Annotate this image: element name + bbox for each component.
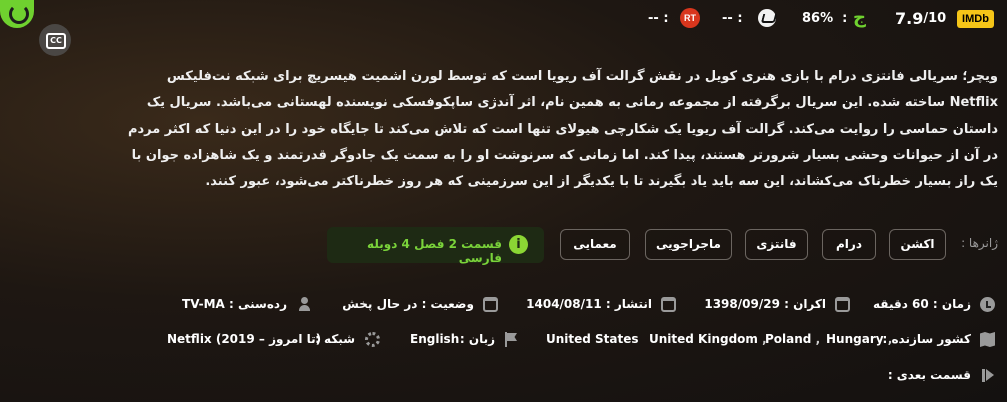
map-icon (980, 332, 995, 347)
country-name: United Kingdom (649, 332, 758, 346)
country-name: United States (546, 332, 639, 346)
genres-label: ژانرها : (961, 236, 998, 250)
imdb-icon: IMDb (957, 10, 994, 28)
duration-text: زمان : 60 دقیقه (873, 297, 971, 311)
calendar-icon (835, 297, 850, 312)
zoomg-rating: 86% : (802, 10, 848, 26)
network-value[interactable]: Netflix (2019 – تا امروز) (167, 332, 321, 346)
play-trailer-button[interactable] (0, 0, 34, 28)
genre-chip-adventure[interactable]: ماجراجویی (645, 229, 732, 260)
info-icon: i (509, 235, 528, 254)
imdb-rating: 7.9/10 (895, 8, 946, 28)
rottentomatoes-rating: -- : (648, 10, 669, 26)
plot-description: ویچر؛ سریالی فانتزی درام با بازی هنری کو… (127, 69, 998, 190)
country-item[interactable]: United States (546, 332, 639, 346)
country-name: Poland (765, 332, 812, 346)
next-episode-icon (979, 368, 994, 383)
language-value: English (410, 332, 460, 346)
release-date-text: اکران : 1398/09/29 (704, 297, 826, 311)
country-label: کشور سازنده : (882, 332, 971, 346)
zoomg-logo-icon: ج (853, 7, 866, 28)
status-text: وضعیت : در حال پخش (342, 297, 474, 311)
metacritic-icon (758, 9, 776, 27)
dub-status-text: قسمت 2 فصل 4 دوبله فارسی (367, 237, 502, 265)
metacritic-rating: -- : (722, 10, 743, 26)
calendar-icon (661, 297, 676, 312)
imdb-score: 7.9 (895, 8, 924, 28)
genre-chip-action[interactable]: اکشن (889, 229, 946, 260)
publish-date-text: انتشار : 1404/08/11 (526, 297, 652, 311)
country-name: Hungary (826, 332, 884, 346)
dub-status-banner: قسمت 2 فصل 4 دوبله فارسی i (327, 227, 544, 265)
network-icon (365, 332, 380, 347)
rottentomatoes-icon: RT (680, 8, 700, 28)
imdb-max: /10 (923, 10, 947, 26)
language-label: زبان : (459, 332, 495, 346)
flag-icon (504, 332, 519, 347)
age-rating-text: رده‌سنی : TV-MA (182, 297, 287, 311)
country-item[interactable]: Hungary , (826, 332, 892, 346)
play-icon (9, 4, 29, 24)
zoomg-value: 86% (802, 10, 834, 26)
country-item[interactable]: United Kingdom , (649, 332, 767, 346)
genre-chip-mystery[interactable]: معمایی (560, 229, 630, 260)
genre-chip-fantasy[interactable]: فانتزی (745, 229, 808, 260)
next-episode-label: قسمت بعدی : (887, 368, 971, 382)
country-item[interactable]: Poland , (765, 332, 820, 346)
genre-chip-drama[interactable]: درام (822, 229, 876, 260)
calendar-icon (483, 297, 498, 312)
clock-icon (980, 297, 995, 312)
subtitles-button[interactable]: CC (39, 24, 71, 56)
cc-icon: CC (46, 33, 66, 49)
users-icon (296, 297, 311, 312)
